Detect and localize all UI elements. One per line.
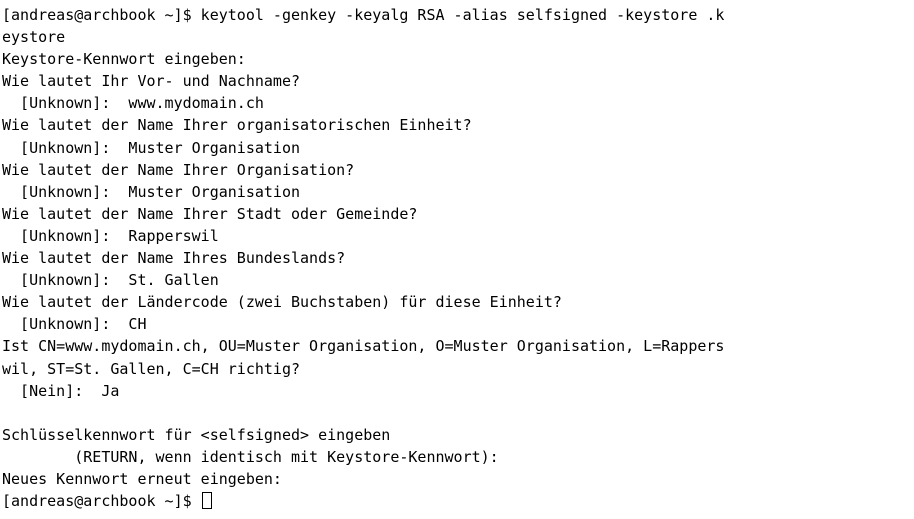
terminal-line-name-question: Wie lautet Ihr Vor- und Nachname? bbox=[2, 72, 301, 91]
terminal-line-unit-question: Wie lautet der Name Ihrer organisatorisc… bbox=[2, 116, 472, 135]
terminal-window[interactable]: [andreas@archbook ~]$ keytool -genkey -k… bbox=[0, 0, 914, 519]
terminal-line-command: [andreas@archbook ~]$ keytool -genkey -k… bbox=[2, 6, 725, 24]
terminal-line-country-answer: [Unknown]: CH bbox=[2, 315, 147, 334]
terminal-line-state-answer: [Unknown]: St. Gallen bbox=[2, 271, 219, 290]
terminal-line-confirm-question-wrap: wil, ST=St. Gallen, C=CH richtig? bbox=[2, 359, 301, 378]
shell-prompt: [andreas@archbook ~]$ bbox=[2, 492, 201, 511]
terminal-line-confirm-question: Ist CN=www.mydomain.ch, OU=Muster Organi… bbox=[2, 337, 725, 356]
terminal-line-name-answer: [Unknown]: www.mydomain.ch bbox=[2, 94, 264, 113]
terminal-line-repeat-password-prompt: Neues Kennwort erneut eingeben: bbox=[2, 469, 282, 488]
text-cursor bbox=[201, 492, 212, 510]
terminal-line-keystore-password-prompt: Keystore-Kennwort eingeben: bbox=[2, 50, 246, 69]
terminal-prompt-line[interactable]: [andreas@archbook ~]$ bbox=[2, 490, 914, 512]
terminal-line-key-password-prompt: Schlüsselkennwort für <selfsigned> einge… bbox=[2, 425, 391, 444]
terminal-line-command-wrap: eystore bbox=[2, 28, 66, 47]
terminal-line-state-question: Wie lautet der Name Ihres Bundeslands? bbox=[2, 249, 346, 268]
terminal-line-confirm-answer: [Nein]: Ja bbox=[2, 381, 120, 400]
terminal-line-organisation-answer: [Unknown]: Muster Organisation bbox=[2, 182, 301, 201]
terminal-line-city-question: Wie lautet der Name Ihrer Stadt oder Gem… bbox=[2, 204, 418, 223]
terminal-line-key-password-hint: (RETURN, wenn identisch mit Keystore-Ken… bbox=[2, 447, 499, 466]
terminal-line-country-question: Wie lautet der Ländercode (zwei Buchstab… bbox=[2, 293, 562, 312]
terminal-line-organisation-question: Wie lautet der Name Ihrer Organisation? bbox=[2, 160, 355, 179]
terminal-line-city-answer: [Unknown]: Rapperswil bbox=[2, 226, 219, 245]
terminal-line-unit-answer: [Unknown]: Muster Organisation bbox=[2, 138, 301, 157]
